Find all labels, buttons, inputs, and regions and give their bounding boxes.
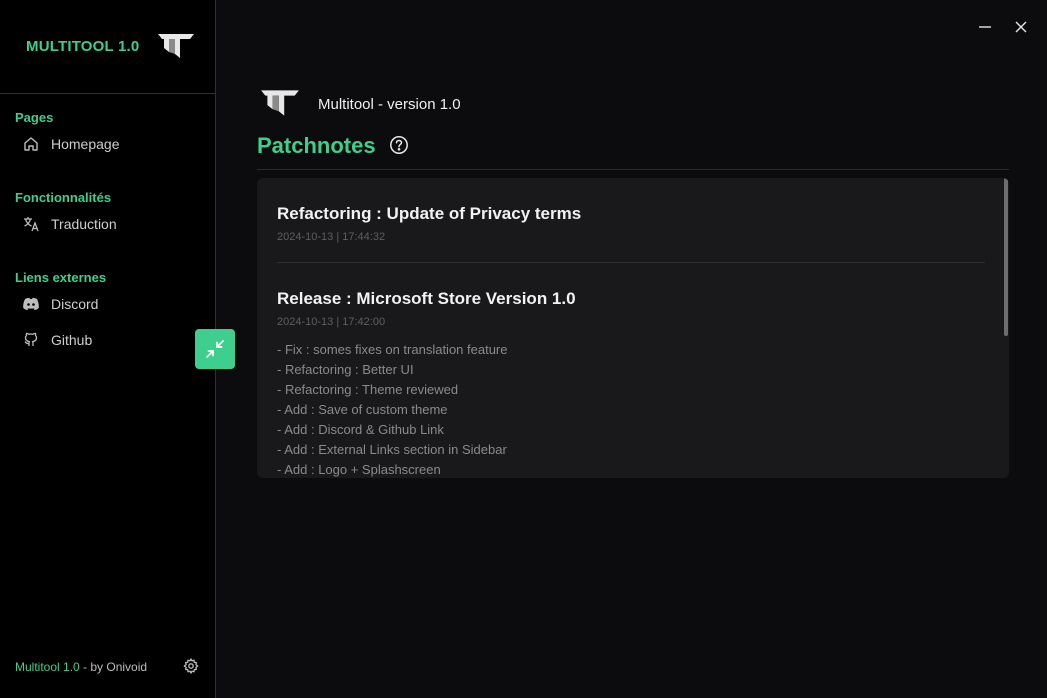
- patchnotes-panel: Refactoring : Update of Privacy terms 20…: [257, 178, 1009, 478]
- sidebar-footer: Multitool 1.0 - by Onivoid: [15, 660, 147, 674]
- sidebar-item-label: Discord: [51, 296, 99, 312]
- patchnote-item: Release : Microsoft Store Version 1.0 20…: [277, 289, 985, 478]
- patchnote-item: Refactoring : Update of Privacy terms 20…: [277, 204, 985, 243]
- home-icon: [22, 135, 40, 153]
- sidebar-item-discord[interactable]: Discord: [15, 290, 195, 318]
- github-icon: [22, 331, 40, 349]
- sidebar-item-label: Traduction: [51, 216, 117, 232]
- patchnote-line: - Add : Save of custom theme: [277, 402, 448, 417]
- section-title-liens-externes: Liens externes: [15, 270, 107, 285]
- collapse-sidebar-button[interactable]: [195, 329, 235, 369]
- sidebar-item-github[interactable]: Github: [15, 326, 195, 354]
- sidebar-item-traduction[interactable]: Traduction: [15, 210, 195, 238]
- sidebar-item-homepage[interactable]: Homepage: [15, 130, 195, 158]
- sidebar: MULTITOOL 1.0 Pages Homepage Fonctionnal…: [0, 0, 216, 698]
- title-divider: [257, 169, 1009, 170]
- patchnote-divider: [277, 262, 985, 263]
- patchnote-line: - Add : Logo + Splashscreen: [277, 462, 441, 477]
- brand-title: MULTITOOL 1.0: [26, 38, 140, 55]
- sidebar-item-label: Github: [51, 332, 93, 348]
- sidebar-item-label: Homepage: [51, 136, 120, 152]
- section-title-pages: Pages: [15, 110, 54, 125]
- translate-icon: [22, 215, 40, 233]
- minimize-button[interactable]: [976, 18, 994, 36]
- close-button[interactable]: [1012, 18, 1030, 36]
- help-icon[interactable]: [389, 135, 409, 155]
- patchnote-line: - Fix : somes fixes on translation featu…: [277, 342, 508, 357]
- multitool-logo-icon: [261, 90, 299, 116]
- section-title-fonctionnalites: Fonctionnalités: [15, 190, 112, 205]
- patchnote-line: - Refactoring : Better UI: [277, 362, 414, 377]
- patchnote-title: Release : Microsoft Store Version 1.0: [277, 289, 576, 308]
- page-title: Patchnotes: [257, 133, 376, 158]
- scrollbar-thumb[interactable]: [1004, 178, 1008, 336]
- footer-author: - by Onivoid: [79, 660, 148, 674]
- patchnote-line: - Add : Discord & Github Link: [277, 422, 444, 437]
- footer-brand: Multitool 1.0: [15, 660, 80, 674]
- patchnote-title: Refactoring : Update of Privacy terms: [277, 204, 582, 223]
- app-version-text: Multitool - version 1.0: [318, 96, 461, 113]
- discord-icon: [22, 295, 40, 313]
- close-icon: [1015, 21, 1027, 33]
- multitool-logo-icon: [158, 34, 194, 58]
- minimize-icon: [979, 26, 991, 28]
- collapse-arrows-icon: [206, 340, 224, 358]
- patchnote-date: 2024-10-13 | 17:44:32: [277, 231, 386, 243]
- patchnote-line: - Refactoring : Theme reviewed: [277, 382, 459, 397]
- sidebar-brand: MULTITOOL 1.0: [0, 0, 215, 94]
- patchnote-line: - Add : External Links section in Sideba…: [277, 442, 507, 457]
- patchnote-lines: - Fix : somes fixes on translation featu…: [277, 340, 985, 478]
- gear-icon[interactable]: [183, 658, 199, 674]
- patchnote-date: 2024-10-13 | 17:42:00: [277, 316, 386, 328]
